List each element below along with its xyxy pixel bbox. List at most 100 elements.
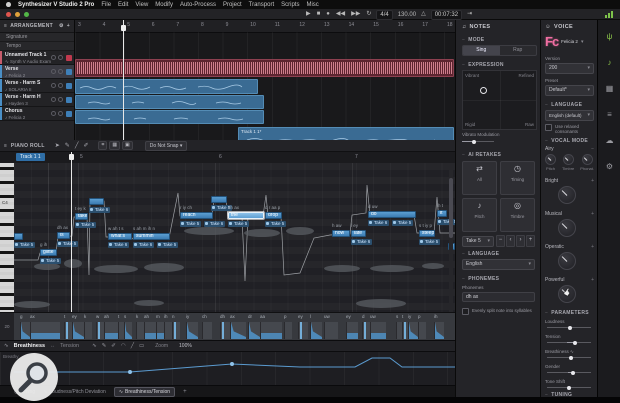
phoneme-cell[interactable]: [260, 322, 282, 339]
phoneme-cell[interactable]: [434, 322, 444, 339]
arrangement-playhead[interactable]: [123, 20, 124, 140]
phoneme-cell[interactable]: [72, 322, 84, 339]
phonemes-input[interactable]: dh ax: [462, 292, 535, 302]
note[interactable]: how: [332, 230, 350, 237]
track-row-2[interactable]: Verse♪ Felicia 2: [0, 65, 74, 79]
expand-mode-icon[interactable]: +: [591, 211, 594, 217]
play-button[interactable]: ▶: [306, 9, 311, 20]
note[interactable]: late: [351, 230, 366, 237]
solo-button[interactable]: [58, 83, 63, 88]
phoneme-cell[interactable]: [30, 322, 60, 339]
menu-item-project[interactable]: Project: [223, 2, 242, 8]
phoneme-cell[interactable]: [186, 322, 198, 339]
piano-roll-playhead[interactable]: [71, 152, 72, 312]
param-tab-breathiness-tension[interactable]: ∿Breathiness/Tension: [114, 387, 175, 397]
stop-button[interactable]: ■: [317, 9, 321, 20]
phoneme-cell[interactable]: [220, 322, 230, 339]
settings-icon[interactable]: ⚙: [598, 162, 620, 171]
note[interactable]: glitte: [40, 249, 57, 256]
piano-roll-vertical-scrollbar[interactable]: [449, 163, 453, 312]
metronome-icon[interactable]: △: [421, 9, 426, 20]
expression-xy-pad[interactable]: Vibrant Refined Rigid Raw: [462, 70, 537, 130]
track-active-toggle[interactable]: [66, 97, 72, 103]
piano-icon[interactable]: ▦: [598, 84, 620, 93]
phoneme-cell[interactable]: [418, 322, 426, 339]
param-slider-tension[interactable]: [547, 342, 591, 343]
menu-item-auto-process[interactable]: Auto-Process: [180, 2, 216, 8]
close-window-button[interactable]: [6, 12, 11, 17]
mute-button[interactable]: [51, 97, 56, 102]
record-button[interactable]: ●: [326, 9, 330, 20]
track-active-toggle[interactable]: [66, 111, 72, 117]
retake-timbre-button[interactable]: ◎Timbre: [500, 198, 535, 232]
menu-item-scripts[interactable]: Scripts: [281, 2, 299, 8]
subknob-pitch[interactable]: Pitch: [545, 154, 556, 171]
note[interactable]: what's: [108, 233, 132, 240]
harm-h-clip[interactable]: [75, 110, 264, 124]
solo-button[interactable]: [58, 69, 63, 74]
minimize-window-button[interactable]: [15, 12, 20, 17]
delete-take-button[interactable]: −: [496, 235, 505, 247]
take-chip[interactable]: Take 5: [14, 242, 35, 248]
expression-indicator[interactable]: [480, 87, 487, 94]
phoneme-cell[interactable]: [408, 322, 418, 339]
take-chip[interactable]: Take 6: [89, 207, 110, 213]
mute-button[interactable]: [51, 69, 56, 74]
param-tool-icon[interactable]: ✎: [102, 343, 107, 349]
menu-item-transport[interactable]: Transport: [249, 2, 274, 8]
voice-language-dropdown[interactable]: English (default)▾: [545, 110, 594, 121]
audio-clip[interactable]: [75, 59, 454, 77]
note[interactable]: is: [57, 232, 70, 239]
track-row-3[interactable]: Verse - Harm S♪ SOLARIA II: [0, 79, 74, 93]
phoneme-cell[interactable]: [230, 322, 246, 339]
note[interactable]: it: [437, 210, 447, 217]
param-primary-label[interactable]: Breathiness: [14, 343, 46, 349]
retake-pitch-button[interactable]: ♪Pitch: [462, 198, 497, 232]
language-section-label[interactable]: LANGUAGE: [468, 251, 499, 257]
subknob-timbre[interactable]: Timbre: [562, 154, 574, 171]
take-chip[interactable]: Take 5: [228, 221, 249, 227]
phoneme-cell[interactable]: [164, 322, 172, 339]
tempo-display[interactable]: 130.00: [398, 12, 416, 18]
phoneme-cell[interactable]: [362, 322, 370, 339]
take-chip[interactable]: Take 5: [57, 241, 78, 247]
note[interactable]: steep: [419, 230, 435, 237]
microphone-icon[interactable]: ψ: [598, 32, 620, 41]
phoneme-cell[interactable]: [172, 322, 180, 339]
phoneme-cell[interactable]: [248, 322, 260, 339]
vocal-mode-knob[interactable]: [558, 186, 576, 204]
take-chip[interactable]: Take 6: [368, 220, 389, 226]
new-take-button[interactable]: +: [526, 235, 535, 247]
phoneme-cell[interactable]: [346, 322, 358, 339]
expand-mode-icon[interactable]: +: [591, 178, 594, 184]
loop-button[interactable]: ↻: [366, 9, 371, 20]
meta-row-tempo[interactable]: Tempo: [0, 42, 74, 51]
phoneme-cell[interactable]: [64, 322, 72, 339]
take-select[interactable]: Take 5▾: [462, 236, 494, 247]
slider-handle[interactable]: [567, 386, 571, 390]
add-param-tab-button[interactable]: +: [183, 389, 187, 395]
harm-s-clip[interactable]: [75, 95, 264, 109]
pencil-tool-icon[interactable]: ✎: [65, 142, 70, 149]
apple-menu-icon[interactable]: [6, 2, 11, 7]
arrangement-settings-icon[interactable]: ⚙: [59, 23, 64, 29]
verse-clip[interactable]: [75, 79, 258, 94]
ai-retakes-section-label[interactable]: AI RETAKES: [468, 152, 501, 158]
relaxed-consonants-checkbox[interactable]: Use relaxed consonants: [545, 124, 595, 134]
vocal-mode-operatic[interactable]: Operatic+: [545, 244, 594, 250]
voice-select-caret[interactable]: ▾: [581, 39, 584, 45]
phoneme-cell[interactable]: [104, 322, 118, 339]
phoneme-cell[interactable]: [156, 322, 164, 339]
forward-button[interactable]: ▶▶: [351, 9, 360, 20]
cloud-icon[interactable]: ☁: [598, 136, 620, 145]
preset-dropdown[interactable]: Default*▾: [545, 85, 594, 96]
vibrato-modulation-slider[interactable]: [462, 141, 494, 142]
expand-mode-icon[interactable]: +: [591, 244, 594, 250]
slider-handle[interactable]: [571, 371, 575, 375]
note-language-dropdown[interactable]: English▾: [462, 259, 535, 270]
knob[interactable]: [582, 154, 593, 165]
menu-item-modify[interactable]: Modify: [155, 2, 173, 8]
phoneme-cell[interactable]: [96, 322, 104, 339]
punch-out-icon[interactable]: ⇥: [467, 9, 472, 20]
solo-button[interactable]: [58, 97, 63, 102]
